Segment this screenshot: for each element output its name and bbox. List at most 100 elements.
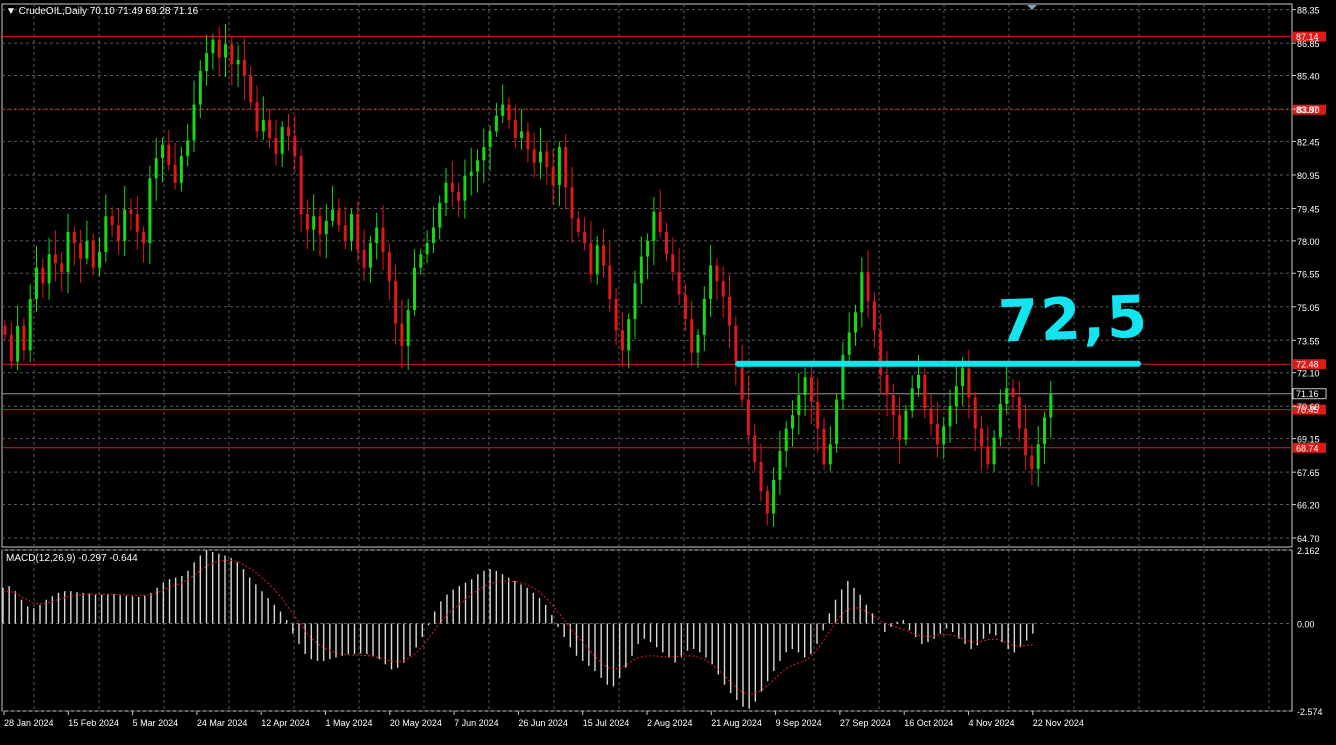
y-tick-label: 86.85 <box>1297 39 1320 49</box>
candle-body <box>576 218 580 232</box>
candle-body <box>425 243 429 255</box>
candle-body <box>60 263 64 273</box>
candle-body <box>917 374 920 389</box>
candle-body <box>356 214 360 250</box>
chart-title: ▼ CrudeOIL,Daily 70.10 71.49 69.28 71.16 <box>6 6 199 17</box>
y-tick-label: 76.55 <box>1297 269 1320 279</box>
candle-body <box>161 144 164 159</box>
candle-body <box>9 334 13 362</box>
candle-body <box>1030 455 1034 469</box>
candle-body <box>154 158 158 179</box>
y-tick-label: 79.45 <box>1297 204 1320 214</box>
candle-body <box>1049 393 1053 418</box>
candle-body <box>942 426 946 445</box>
candle-body <box>835 399 839 445</box>
candle-body <box>696 334 700 353</box>
candle-body <box>998 403 1002 438</box>
candle-body <box>728 296 731 326</box>
candle-body <box>1024 428 1028 456</box>
y-tick-label: 73.55 <box>1297 336 1320 346</box>
candle-body <box>123 209 127 241</box>
candle-body <box>205 53 209 72</box>
candle-body <box>507 104 511 121</box>
current-price-label: 71.16 <box>1296 389 1319 399</box>
candle-body <box>885 374 889 396</box>
candle-body <box>337 209 341 226</box>
candle-body <box>595 245 599 275</box>
candle-body <box>1036 444 1040 469</box>
candle-body <box>211 39 215 54</box>
candle-body <box>872 301 876 331</box>
candle-body <box>980 428 983 447</box>
candle-body <box>539 151 542 163</box>
price-level-label: 68.74 <box>1296 443 1319 453</box>
candle-body <box>784 428 788 451</box>
candle-body <box>734 325 738 362</box>
candle-body <box>167 144 171 165</box>
candle-body <box>375 227 379 244</box>
candle-body <box>91 240 95 268</box>
candle-body <box>639 256 643 284</box>
candle-body <box>816 401 820 429</box>
candle-body <box>526 131 530 150</box>
candle-body <box>394 281 398 324</box>
candle-body <box>620 330 624 351</box>
candle-body <box>116 225 120 241</box>
x-tick-label: 9 Sep 2024 <box>776 718 822 728</box>
candle-body <box>299 155 303 215</box>
candle-body <box>343 225 347 241</box>
candle-body <box>614 298 618 331</box>
candle-body <box>72 231 76 244</box>
candle-body <box>583 231 587 244</box>
candle-body <box>312 216 316 230</box>
candle-body <box>602 245 605 266</box>
candle-body <box>268 120 272 139</box>
candle-body <box>242 59 246 76</box>
candle-body <box>305 214 309 230</box>
candle-body <box>633 283 637 320</box>
candle-body <box>129 209 133 215</box>
candle-body <box>381 227 385 253</box>
y-tick-label: 75.05 <box>1297 303 1320 313</box>
candle-body <box>551 167 555 185</box>
candle-body <box>1017 397 1021 429</box>
y-tick-label: 78.00 <box>1297 237 1320 247</box>
candle-body <box>135 214 139 232</box>
candle-body <box>494 115 498 132</box>
candle-body <box>482 147 486 161</box>
candle-body <box>110 216 114 226</box>
y-tick-label: 70.60 <box>1297 402 1320 412</box>
candle-body <box>658 211 662 232</box>
candle-body <box>740 361 744 400</box>
macd-y-tick-label: -2.574 <box>1297 707 1323 717</box>
candle-body <box>47 254 51 284</box>
candle-body <box>179 155 183 183</box>
candle-body <box>715 265 719 282</box>
y-tick-label: 88.35 <box>1297 6 1320 16</box>
candle-body <box>923 374 927 409</box>
candle-body <box>879 330 883 375</box>
candle-body <box>746 399 750 436</box>
candle-body <box>186 140 190 156</box>
y-tick-label: 67.65 <box>1297 468 1320 478</box>
candle-body <box>854 312 857 333</box>
candle-body <box>860 272 864 313</box>
candle-body <box>368 243 372 268</box>
y-tick-label: 85.40 <box>1297 72 1320 82</box>
x-tick-label: 16 Oct 2024 <box>904 718 953 728</box>
candle-body <box>778 450 782 480</box>
x-tick-label: 24 Mar 2024 <box>197 718 248 728</box>
candle-body <box>809 377 813 402</box>
candle-body <box>772 479 776 514</box>
candle-body <box>1005 388 1009 404</box>
candle-body <box>293 135 297 156</box>
candle-body <box>261 120 265 132</box>
candle-body <box>142 231 146 244</box>
candle-body <box>406 310 410 346</box>
x-tick-label: 26 Jun 2024 <box>518 718 568 728</box>
candle-body <box>450 182 454 192</box>
candle-body <box>986 446 990 465</box>
price-chart-svg[interactable]: 87.1483.8772.4870.4568.7471.16 88.3586.8… <box>0 0 1336 741</box>
x-tick-label: 21 Aug 2024 <box>711 718 762 728</box>
candle-body <box>387 252 391 282</box>
